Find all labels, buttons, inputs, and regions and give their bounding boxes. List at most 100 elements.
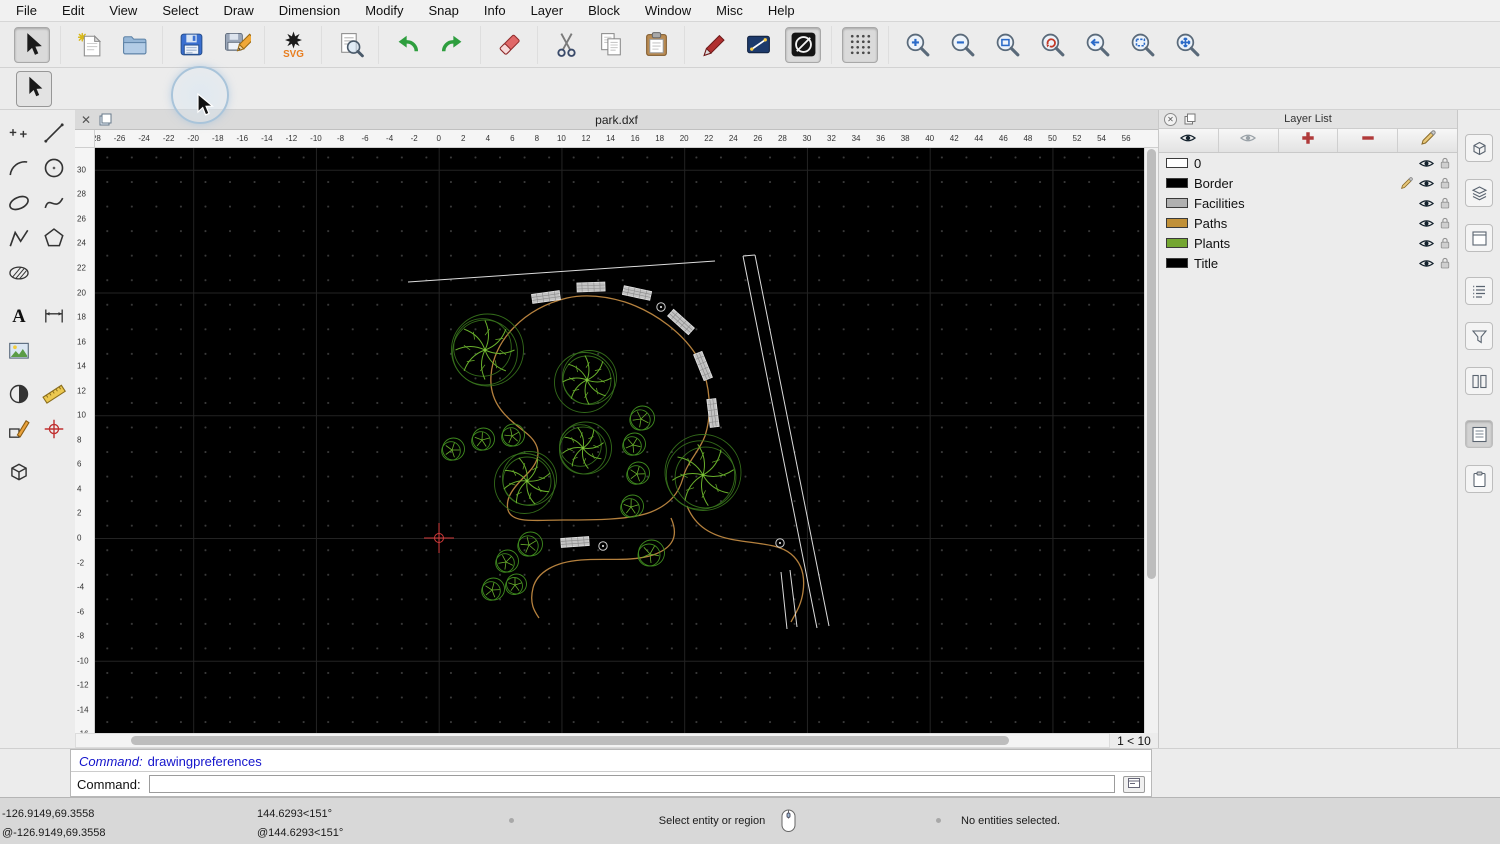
menu-draw[interactable]: Draw: [223, 3, 253, 18]
line-tool-button[interactable]: [37, 116, 70, 149]
menu-modify[interactable]: Modify: [365, 3, 403, 18]
layer-lock-icon[interactable]: [1440, 237, 1450, 249]
menu-file[interactable]: File: [16, 3, 37, 18]
grid-button[interactable]: [842, 26, 878, 63]
dock-panel-button[interactable]: [1465, 224, 1493, 252]
point-tool-button[interactable]: [2, 116, 35, 149]
layer-lock-icon[interactable]: [1440, 217, 1450, 229]
menu-view[interactable]: View: [109, 3, 137, 18]
hide-all-layers-button[interactable]: [1219, 129, 1279, 152]
layer-visibility-icon[interactable]: [1419, 178, 1434, 189]
coordinate-display: -126.9149,69.3558 @-126.9149,69.3558: [0, 798, 255, 844]
fill-tool-button[interactable]: [2, 377, 35, 410]
copy-button[interactable]: [593, 27, 629, 63]
show-all-layers-button[interactable]: [1159, 129, 1219, 152]
h-ruler-label: 0: [436, 134, 441, 143]
new-button[interactable]: [71, 27, 107, 63]
menu-snap[interactable]: Snap: [429, 3, 459, 18]
undo-button[interactable]: [389, 27, 425, 63]
paste-button[interactable]: [638, 27, 674, 63]
command-input[interactable]: [148, 775, 1115, 793]
layer-lock-icon[interactable]: [1440, 177, 1450, 189]
modify-tool-button[interactable]: [2, 412, 35, 445]
image-tool-button[interactable]: [2, 334, 35, 367]
action-hint-area: Select entity or region: [508, 798, 947, 844]
redo-button[interactable]: [434, 27, 470, 63]
previous-view-button[interactable]: [1079, 27, 1115, 63]
select-pointer-button[interactable]: [16, 71, 52, 107]
layer-row-border[interactable]: Border: [1159, 173, 1457, 193]
dock-layers-button[interactable]: [1465, 179, 1493, 207]
menu-info[interactable]: Info: [484, 3, 506, 18]
layer-visibility-icon[interactable]: [1419, 238, 1434, 249]
pen-attributes-button[interactable]: [695, 27, 731, 63]
add-layer-button[interactable]: [1279, 129, 1339, 152]
drawing-canvas[interactable]: [95, 148, 1144, 733]
layer-visibility-icon[interactable]: [1419, 258, 1434, 269]
mouse-icon: [781, 809, 796, 833]
polygon-tool-button[interactable]: [37, 221, 70, 254]
command-options-button[interactable]: [1123, 775, 1145, 793]
dock-doc-list-button[interactable]: [1465, 420, 1493, 448]
horizontal-scrollbar[interactable]: [75, 733, 1110, 748]
close-panel-icon[interactable]: ✕: [1164, 112, 1177, 126]
menu-select[interactable]: Select: [162, 3, 198, 18]
zoom-out-button[interactable]: [944, 27, 980, 63]
vertical-scrollbar[interactable]: [1144, 148, 1158, 733]
open-button[interactable]: [116, 27, 152, 63]
export-svg-button[interactable]: SVG: [275, 27, 311, 63]
menu-window[interactable]: Window: [645, 3, 691, 18]
delete-button[interactable]: [491, 27, 527, 63]
arc-tool-button[interactable]: [2, 151, 35, 184]
layer-visibility-icon[interactable]: [1419, 198, 1434, 209]
pick-tool-button[interactable]: [37, 412, 70, 445]
layer-lock-icon[interactable]: [1440, 257, 1450, 269]
zoom-in-button[interactable]: [899, 27, 935, 63]
vertical-scrollbar-thumb[interactable]: [1147, 149, 1156, 579]
dock-cube-button[interactable]: [1465, 134, 1493, 162]
cut-button[interactable]: [548, 27, 584, 63]
dock-filter-button[interactable]: [1465, 322, 1493, 350]
save-as-button[interactable]: [218, 27, 254, 63]
layer-lock-icon[interactable]: [1440, 157, 1450, 169]
circle-tool-button[interactable]: [37, 151, 70, 184]
zoom-window-button[interactable]: [1124, 27, 1160, 63]
layer-color-swatch: [1166, 258, 1188, 268]
layer-row-0[interactable]: 0: [1159, 153, 1457, 173]
layer-row-plants[interactable]: Plants: [1159, 233, 1457, 253]
modify-layer-button[interactable]: [1398, 129, 1457, 152]
layer-row-title[interactable]: Title: [1159, 253, 1457, 273]
hatch-tool-button[interactable]: [2, 256, 35, 289]
save-button[interactable]: [173, 27, 209, 63]
menu-help[interactable]: Help: [768, 3, 795, 18]
redraw-button[interactable]: [1034, 27, 1070, 63]
dock-columns-button[interactable]: [1465, 367, 1493, 395]
menu-block[interactable]: Block: [588, 3, 620, 18]
remove-layer-button[interactable]: [1338, 129, 1399, 152]
block-tool-button[interactable]: [2, 455, 35, 488]
layer-lock-icon[interactable]: [1440, 197, 1450, 209]
dock-clipboard-button[interactable]: [1465, 465, 1493, 493]
layer-row-facilities[interactable]: Facilities: [1159, 193, 1457, 213]
zoom-pan-button[interactable]: [1169, 27, 1205, 63]
layer-row-paths[interactable]: Paths: [1159, 213, 1457, 233]
measure-tool-button[interactable]: [37, 377, 70, 410]
menu-misc[interactable]: Misc: [716, 3, 743, 18]
auto-zoom-button[interactable]: [989, 27, 1025, 63]
horizontal-scrollbar-thumb[interactable]: [131, 736, 1009, 745]
select-button[interactable]: [14, 26, 50, 63]
menu-dimension[interactable]: Dimension: [279, 3, 340, 18]
spline-tool-button[interactable]: [37, 186, 70, 219]
dock-list-button[interactable]: [1465, 277, 1493, 305]
menu-layer[interactable]: Layer: [531, 3, 564, 18]
entity-attributes-button[interactable]: [740, 27, 776, 63]
draft-mode-button[interactable]: [785, 26, 821, 63]
dimension-tool-button[interactable]: [37, 299, 70, 332]
ellipse-tool-button[interactable]: [2, 186, 35, 219]
layer-visibility-icon[interactable]: [1419, 158, 1434, 169]
layer-visibility-icon[interactable]: [1419, 218, 1434, 229]
polyline-tool-button[interactable]: [2, 221, 35, 254]
menu-edit[interactable]: Edit: [62, 3, 84, 18]
text-tool-button[interactable]: A: [2, 299, 35, 332]
print-preview-button[interactable]: [332, 27, 368, 63]
